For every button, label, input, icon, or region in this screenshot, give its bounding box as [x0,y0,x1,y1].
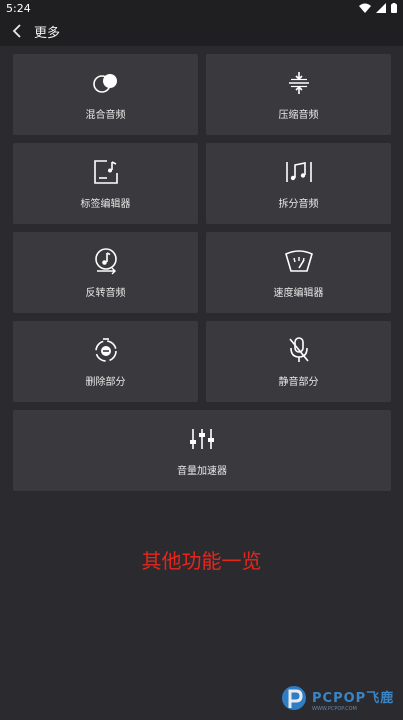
tile-delete-part[interactable]: 删除部分 [13,321,198,402]
caption-text: 其他功能一览 [141,549,262,573]
watermark-text: PCPOP [312,690,367,706]
tile-label: 静音部分 [278,377,319,388]
signal-icon [376,3,386,13]
tile-label: 速度编辑器 [273,288,324,299]
split-audio-icon [285,162,312,182]
mute-part-icon [288,337,309,362]
tile-mix-audio[interactable]: 混合音频 [13,54,198,135]
watermark-suffix: 飞鹿 [366,690,395,706]
tile-reverse-audio[interactable]: 反转音频 [13,232,198,313]
reverse-audio-icon [94,248,117,275]
tile-label: 删除部分 [85,377,126,388]
watermark: PCPOP飞鹿 WWW.PCPOP.COM [280,684,394,714]
tile-volume-booster[interactable]: 音量加速器 [13,410,391,491]
status-time: 5:24 [6,1,31,15]
tile-label: 拆分音频 [278,199,319,210]
tile-label: 音量加速器 [177,466,227,477]
tile-label: 反转音频 [85,288,126,299]
volume-booster-icon [190,429,214,449]
wifi-icon [359,3,371,13]
chevron-left-icon [12,24,21,38]
status-icons [359,3,397,13]
mix-audio-icon [92,74,117,93]
tile-label: 压缩音频 [278,110,319,121]
tile-label: 标签编辑器 [80,199,131,210]
pcpop-logo-icon [282,686,306,710]
back-button[interactable] [8,20,26,42]
status-bar: 5:24 [0,0,403,16]
tile-tag-editor[interactable]: 标签编辑器 [13,143,198,224]
tile-split-audio[interactable]: 拆分音频 [206,143,391,224]
tile-label: 混合音频 [85,110,126,121]
tag-editor-icon [93,160,118,184]
app-bar: 更多 [0,16,403,46]
battery-icon [391,3,397,13]
page-title: 更多 [34,25,61,41]
delete-part-icon [94,338,117,362]
speed-editor-icon [284,250,313,272]
feature-grid: 混合音频 压缩音频 标签编辑器 拆分音频 反转音频 速度编辑器 删除部分 静音部… [13,54,391,491]
watermark-sub: WWW.PCPOP.COM [312,705,357,712]
tile-speed-editor[interactable]: 速度编辑器 [206,232,391,313]
tile-mute-part[interactable]: 静音部分 [206,321,391,402]
tile-compress-audio[interactable]: 压缩音频 [206,54,391,135]
compress-audio-icon [288,72,309,94]
